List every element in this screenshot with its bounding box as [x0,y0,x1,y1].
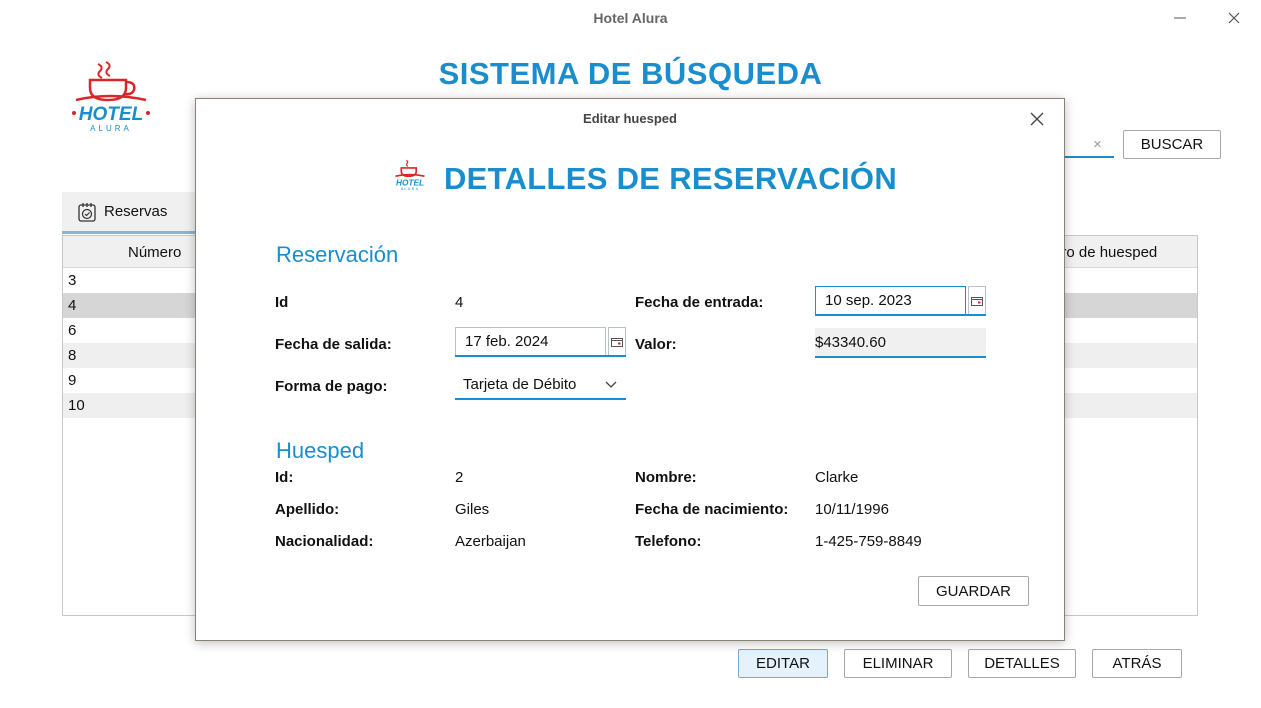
detalles-button[interactable]: DETALLES [968,649,1076,678]
minimize-button[interactable] [1166,6,1194,30]
column-header-huesped[interactable]: ero de huesped [1053,244,1157,261]
forma-pago-value: Tarjeta de Débito [463,375,577,393]
dialog-heading: DETALLES DE RESERVACIÓN [444,161,898,196]
svg-text:HOTEL: HOTEL [396,177,424,187]
forma-pago-label: Forma de pago: [275,378,388,395]
close-window-button[interactable] [1220,6,1248,30]
nombre-value: Clarke [815,469,859,486]
app-window: Hotel Alura HOTEL ALURA SISTEMA DE BÚSQU… [0,0,1261,708]
search-clear-icon[interactable]: × [1093,136,1102,153]
fecha-nacimiento-value: 10/11/1996 [815,501,889,518]
window-title: Hotel Alura [593,10,668,26]
search-button[interactable]: BUSCAR [1123,130,1221,159]
forma-pago-select[interactable]: Tarjeta de Débito [455,370,626,400]
close-icon [1228,12,1240,24]
nombre-label: Nombre: [635,469,697,486]
fecha-salida-field[interactable]: 17 feb. 2024 [455,327,626,357]
huesped-id-value: 2 [455,469,464,486]
nacionalidad-label: Nacionalidad: [275,533,374,550]
hotel-alura-small-logo: HOTEL ALURA [395,159,425,191]
edit-guest-dialog: Editar huesped HOTEL ALURA DETALLES DE R… [195,98,1065,641]
calendar-check-icon [78,202,96,222]
section-title-reservacion: Reservación [276,242,399,267]
svg-text:ALURA: ALURA [401,187,420,191]
fecha-salida-calendar-button[interactable] [608,327,626,355]
fecha-entrada-value[interactable]: 10 sep. 2023 [816,292,965,309]
apellido-label: Apellido: [275,501,340,518]
valor-field: $43340.60 [815,328,986,358]
tab-label: Reservas [104,203,168,220]
editar-button[interactable]: EDITAR [738,649,828,678]
telefono-value: 1-425-759-8849 [815,533,922,550]
tab-reservas[interactable]: Reservas [62,192,196,234]
fecha-entrada-field[interactable]: 10 sep. 2023 [815,286,986,316]
fecha-salida-label: Fecha de salida: [275,336,392,353]
logo-text-hotel: HOTEL [79,104,143,125]
search-input[interactable] [1060,156,1114,158]
column-header-numero[interactable]: Número [128,244,181,261]
nacionalidad-value: Azerbaijan [455,533,526,550]
valor-value: $43340.60 [815,333,886,351]
reserva-id-value: 4 [455,294,464,311]
valor-label: Valor: [635,336,677,353]
fecha-salida-value[interactable]: 17 feb. 2024 [456,333,605,350]
section-title-huesped: Huesped [276,438,365,463]
huesped-id-label: Id: [275,469,294,486]
guardar-button[interactable]: GUARDAR [918,576,1029,606]
dialog-title: Editar huesped [583,111,677,126]
fecha-entrada-calendar-button[interactable] [968,286,986,314]
calendar-icon [971,296,983,306]
minimize-icon [1174,17,1186,19]
eliminar-button[interactable]: ELIMINAR [844,649,952,678]
fecha-nacimiento-label: Fecha de nacimiento: [635,501,789,518]
calendar-icon [611,337,623,347]
close-icon [1030,112,1044,126]
atras-button[interactable]: ATRÁS [1092,649,1182,678]
chevron-down-icon [605,381,617,388]
telefono-label: Telefono: [635,533,702,550]
reserva-id-label: Id [275,294,289,311]
logo-text-alura: ALURA [90,124,132,133]
dialog-close-button[interactable] [1026,108,1048,130]
apellido-value: Giles [455,501,490,518]
fecha-entrada-label: Fecha de entrada: [635,294,764,311]
page-title: SISTEMA DE BÚSQUEDA [438,56,823,91]
